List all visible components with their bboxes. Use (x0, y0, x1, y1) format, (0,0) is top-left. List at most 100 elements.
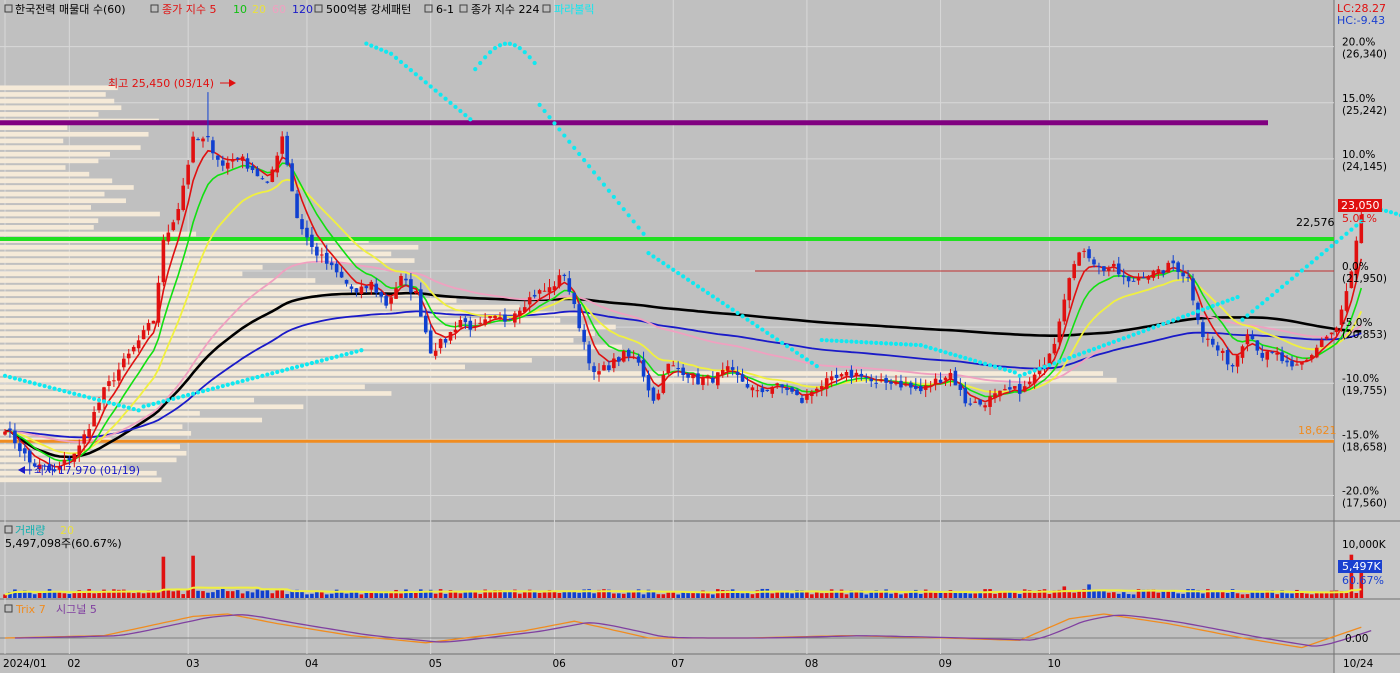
candle-body (1240, 346, 1245, 358)
sar-dot (62, 389, 67, 394)
candle-body (829, 376, 834, 381)
volume-bar (711, 594, 715, 598)
volume-bar (1121, 592, 1126, 598)
sar-dot (1349, 227, 1354, 232)
legend-stock-name: 한국전력 매물대 수(60) (15, 3, 126, 16)
sar-dot (532, 60, 537, 66)
candle-body (785, 387, 789, 390)
volume-bar (592, 593, 596, 598)
volume-bar (612, 593, 616, 598)
volume-bar (1032, 592, 1037, 598)
sar-dot (715, 297, 720, 302)
sar-dot (819, 337, 824, 343)
sar-dot (1057, 359, 1062, 364)
volume-bar (478, 593, 482, 598)
candle-body (1072, 264, 1076, 279)
candle-body (567, 278, 572, 292)
volume-bar (1022, 589, 1027, 598)
candle-body (978, 399, 982, 405)
volume-bar (399, 593, 403, 598)
candle-body (13, 430, 17, 444)
candle-body (349, 286, 354, 289)
price-axis-pct: -5.0% (1342, 317, 1372, 329)
sar-dot (1190, 311, 1196, 316)
candle-body (839, 374, 844, 377)
candle-body (854, 372, 859, 376)
volume-profile-bar (0, 304, 520, 310)
sar-dot (483, 55, 488, 60)
date-axis-label: 09 (939, 658, 952, 670)
sar-dot (780, 340, 785, 345)
candle-body (899, 380, 903, 388)
candle-body (597, 371, 601, 375)
sar-dot (156, 400, 161, 405)
candle-body (211, 140, 215, 154)
candle-body (1235, 355, 1240, 367)
candle-body (1344, 291, 1349, 311)
candle-body (518, 310, 522, 316)
sar-dot (1067, 355, 1072, 361)
sar-dot (755, 324, 760, 329)
volume-bar (824, 593, 829, 598)
sar-dot (1284, 280, 1290, 285)
sar-dot (230, 381, 235, 386)
volume-profile-bar (0, 151, 110, 157)
candle-body (1260, 352, 1265, 358)
legend-pattern: 500억봉 강세패턴 (326, 3, 411, 16)
candle-body (250, 165, 255, 171)
volume-bar (656, 594, 661, 598)
candle-body (626, 349, 631, 357)
date-axis-label: 04 (305, 658, 319, 670)
sar-dot (720, 300, 725, 306)
candle-body (364, 286, 369, 289)
sar-dot (681, 274, 686, 279)
sar-dot (250, 376, 255, 381)
sar-dot (888, 341, 894, 346)
volume-bar (844, 594, 849, 598)
candle-body (508, 318, 512, 320)
legend-ratio: 6-1 (436, 3, 454, 16)
candle-body (755, 390, 760, 392)
volume-bar (1131, 594, 1136, 598)
volume-profile-bar (0, 131, 149, 137)
candle-body (522, 307, 527, 313)
legend-ma120: 120 (292, 3, 313, 16)
volume-bar (765, 588, 770, 598)
volume-bar (790, 593, 794, 598)
candle-body (1171, 260, 1175, 264)
candle-body (1329, 332, 1334, 335)
volume-bar (928, 591, 933, 598)
sar-dot (285, 367, 290, 372)
candle-body (324, 252, 329, 264)
volume-bar (186, 589, 190, 598)
volume-bar (1156, 592, 1161, 598)
price-axis-price: (21,950) (1342, 273, 1387, 285)
price-axis-pct: 10.0% (1342, 149, 1375, 161)
volume-profile-bar (0, 218, 99, 224)
candle-body (938, 379, 943, 383)
sar-dot (1052, 361, 1057, 366)
trix-title: Trix 7 (15, 603, 46, 616)
candle-body (1201, 322, 1205, 338)
sar-dot (903, 342, 909, 347)
candle-body (740, 374, 745, 382)
volume-bar (315, 591, 319, 598)
sar-dot (908, 342, 913, 347)
volume-bar (92, 593, 96, 598)
sar-dot (646, 251, 651, 256)
volume-bar (864, 594, 869, 598)
stock-chart[interactable]: 20.0%(26,340) 15.0%(25,242) 10.0%(24,145) 0… (0, 0, 1400, 673)
sar-dot (1245, 313, 1250, 318)
volume-profile-bar (0, 98, 115, 104)
candle-body (1121, 275, 1126, 278)
legend-ma20: 20 (252, 3, 266, 16)
candle-body (904, 384, 908, 386)
sar-dot (235, 380, 240, 385)
candle-body (399, 275, 403, 286)
sar-dot (1280, 284, 1285, 289)
candle-body (819, 386, 824, 390)
sar-dot (770, 334, 775, 339)
candle-body (315, 246, 319, 256)
sar-dot (864, 340, 869, 345)
volume-profile-bar (0, 417, 263, 423)
